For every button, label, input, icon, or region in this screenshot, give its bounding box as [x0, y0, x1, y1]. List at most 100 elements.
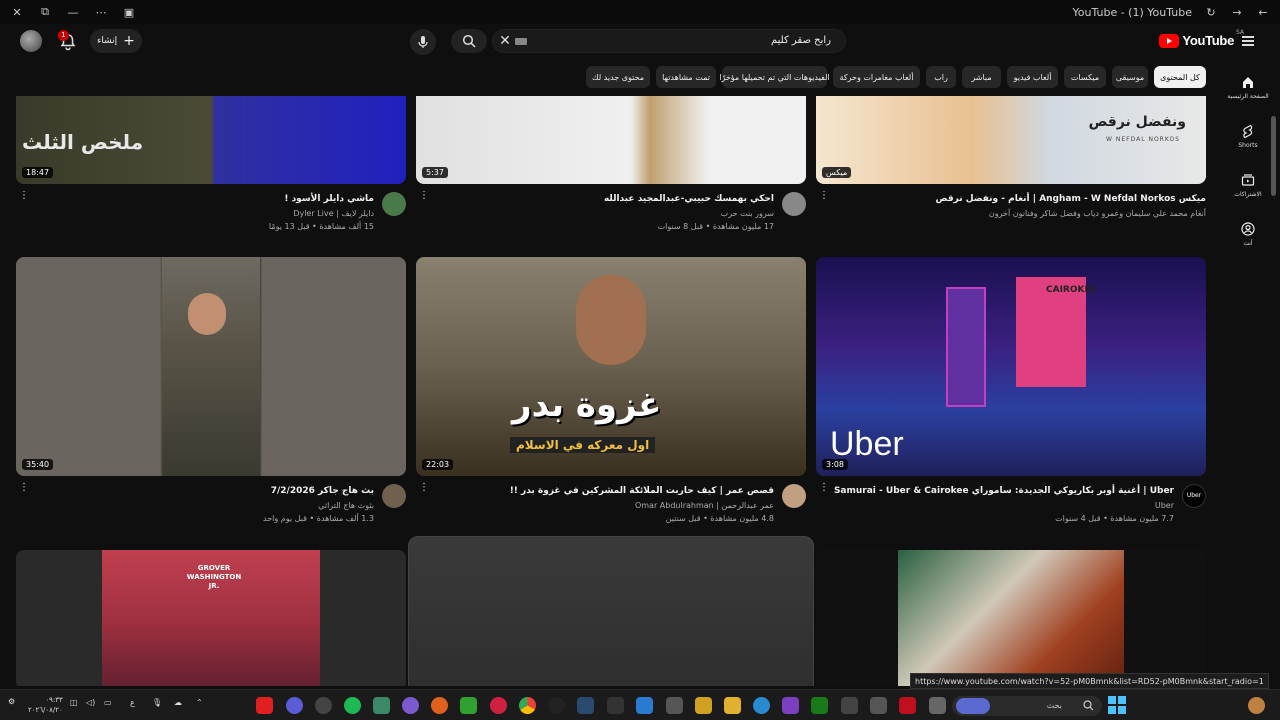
chip-watched[interactable]: تمت مشاهدتها	[656, 66, 716, 88]
discord-icon[interactable]	[402, 697, 419, 714]
outlook-icon[interactable]	[636, 697, 653, 714]
app-icon[interactable]	[841, 697, 858, 714]
page-scrollbar[interactable]	[1271, 116, 1276, 196]
video-thumbnail[interactable]	[408, 536, 814, 686]
video-thumbnail[interactable]: غزوة بدر اول معركه في الاسلام 22:03	[416, 257, 806, 476]
clock[interactable]: ٠٩:٣٣ ٢٠٢٦/٠٨/٢٠	[28, 695, 63, 715]
app-icon[interactable]	[315, 697, 332, 714]
volume-icon[interactable]: ◁)	[86, 698, 95, 707]
clear-search-icon[interactable]: ✕	[497, 33, 513, 49]
chip-all[interactable]: كل المحتوى	[1154, 66, 1206, 88]
channel-avatar[interactable]	[782, 192, 806, 216]
refresh-icon[interactable]: ↻	[1204, 5, 1218, 19]
sidebar-item-home[interactable]: الصفحة الرئيسية	[1216, 74, 1280, 100]
video-title[interactable]: ماشي دايلر الأسود !	[284, 194, 374, 204]
taskbar-search[interactable]: بحث	[952, 696, 1102, 716]
search-input[interactable]: ✕ رابح صقر كليم	[492, 29, 846, 53]
chip-recently-uploaded[interactable]: الفيديوهات التي تم تحميلها مؤخرًا	[719, 66, 830, 88]
channel-name[interactable]: عمر عبدالرحمن | Omar Abdulrahman	[635, 501, 774, 510]
forward-icon[interactable]: →	[1230, 5, 1244, 19]
more-menu-icon[interactable]: ⋯	[94, 5, 108, 19]
screenshot-icon[interactable]: ▣	[122, 5, 136, 19]
channel-avatar[interactable]	[382, 484, 406, 508]
search-button[interactable]	[451, 29, 487, 53]
video-title[interactable]: قصص عمر | كيف حاربت الملائكة المشركين في…	[510, 486, 774, 496]
create-button[interactable]: إنشاء +	[90, 29, 142, 53]
task-view-icon[interactable]	[929, 697, 946, 714]
more-options-icon[interactable]: ⋮	[819, 191, 829, 206]
video-thumbnail[interactable]: 35:40	[16, 257, 406, 476]
chip-video-games[interactable]: ألعاب فيديو	[1007, 66, 1058, 88]
more-options-icon[interactable]: ⋮	[19, 191, 29, 206]
chevron-up-icon[interactable]: ⌃	[196, 698, 203, 707]
start-button-icon[interactable]	[1108, 696, 1126, 714]
more-options-icon[interactable]: ⋮	[19, 483, 29, 498]
app-icon[interactable]	[548, 697, 565, 714]
video-thumbnail[interactable]: ملخص الثلث 18:47	[16, 96, 406, 184]
video-thumbnail[interactable]	[816, 550, 1206, 686]
settings-icon[interactable]: ⚙	[8, 697, 15, 706]
chrome-icon[interactable]	[519, 697, 536, 714]
channel-name[interactable]: سرور بنت حرب	[721, 209, 774, 218]
channel-name[interactable]: بثوث هاج التراثي	[318, 501, 374, 510]
video-title[interactable]: ميكس Angham - W Nefdal Norkos | أنغام - …	[935, 194, 1206, 204]
more-options-icon[interactable]: ⋮	[419, 191, 429, 206]
chip-live[interactable]: مباشر	[962, 66, 1001, 88]
notifications-bell-icon[interactable]: 1	[58, 30, 78, 52]
channel-name[interactable]: أنغام محمد علي سليمان وعمرو دياب وفضل شا…	[989, 209, 1206, 218]
video-thumbnail[interactable]: ونفضل نرقص W NEFDAL NORKOS ميكس	[816, 96, 1206, 184]
channel-avatar[interactable]: Uber	[1182, 484, 1206, 508]
steam-icon[interactable]	[577, 697, 594, 714]
video-thumbnail[interactable]: GROVER WASHINGTON JR.	[16, 550, 406, 686]
window-icon[interactable]: ⧉	[38, 5, 52, 19]
keyboard-icon[interactable]	[515, 38, 527, 45]
app-icon[interactable]	[490, 697, 507, 714]
netflix-icon[interactable]	[899, 697, 916, 714]
video-thumbnail[interactable]: 5:37	[416, 96, 806, 184]
video-thumbnail[interactable]: CAIROKEE Uber 3:08	[816, 257, 1206, 476]
youtube-logo[interactable]: YouTube SA	[1159, 29, 1244, 48]
video-title[interactable]: Uber | أغنية أوبر بكاريوكي الجديدة: سامو…	[834, 486, 1174, 496]
chip-action-adventure[interactable]: ألعاب مغامرات وحركة	[833, 66, 920, 88]
sidebar-item-you[interactable]: أنت	[1216, 221, 1280, 247]
app-icon[interactable]	[607, 697, 624, 714]
channel-avatar[interactable]	[782, 484, 806, 508]
network-icon[interactable]: ◫	[70, 698, 78, 707]
thumbnail-text: ونفضل نرقص	[1088, 114, 1186, 130]
minecraft-icon[interactable]	[460, 697, 477, 714]
app-icon[interactable]	[782, 697, 799, 714]
channel-avatar[interactable]	[382, 192, 406, 216]
app-icon[interactable]	[695, 697, 712, 714]
cloud-icon[interactable]: ☁	[174, 698, 182, 707]
app-icon[interactable]	[431, 697, 448, 714]
hamburger-menu-icon[interactable]	[1242, 36, 1254, 46]
minimize-icon[interactable]: —	[66, 5, 80, 19]
channel-name[interactable]: Uber	[1155, 501, 1174, 510]
edge-icon[interactable]	[753, 697, 770, 714]
app-icon[interactable]	[286, 697, 303, 714]
chip-mixes[interactable]: ميكسات	[1064, 66, 1106, 88]
back-icon[interactable]: ←	[1256, 5, 1270, 19]
more-options-icon[interactable]: ⋮	[819, 483, 829, 498]
battery-icon[interactable]: ▭	[104, 698, 112, 707]
xbox-icon[interactable]	[811, 697, 828, 714]
app-icon[interactable]	[373, 697, 390, 714]
video-title[interactable]: بث هاج جاكر 7/2/2026	[271, 486, 374, 496]
close-tab-icon[interactable]: ✕	[10, 5, 24, 19]
chip-music[interactable]: موسيقى	[1112, 66, 1148, 88]
video-title[interactable]: احكي بهمسك حبيبي-عبدالمجيد عبدالله	[604, 194, 774, 204]
avatar[interactable]	[20, 30, 42, 52]
app-icon[interactable]	[870, 697, 887, 714]
voice-search-button[interactable]	[410, 29, 436, 55]
language-indicator[interactable]: ع	[130, 698, 135, 707]
copilot-icon[interactable]	[1248, 697, 1265, 714]
more-options-icon[interactable]: ⋮	[419, 483, 429, 498]
file-explorer-icon[interactable]	[724, 697, 741, 714]
channel-name[interactable]: دايلر لايف | Dyler Live	[293, 209, 374, 218]
chip-rap[interactable]: راب	[926, 66, 956, 88]
microphone-icon[interactable]: 🎙	[152, 698, 162, 707]
spotify-icon[interactable]	[344, 697, 361, 714]
chip-new-to-you[interactable]: محتوى جديد لك	[586, 66, 650, 88]
app-icon[interactable]	[666, 697, 683, 714]
youtube-app-icon[interactable]	[256, 697, 273, 714]
